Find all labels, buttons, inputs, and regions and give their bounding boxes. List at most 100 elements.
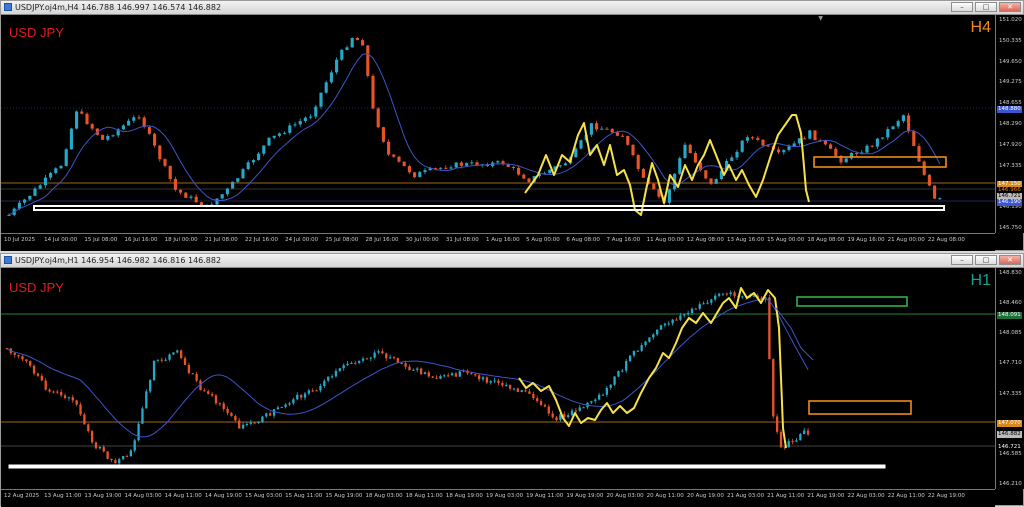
candle-body: [609, 384, 612, 388]
candle-body: [735, 151, 739, 158]
candle-body: [787, 146, 791, 150]
time-tick-label: 21 Aug 03:00: [727, 493, 765, 499]
candle-body: [694, 308, 698, 310]
candlestick-chart-h1[interactable]: [1, 268, 995, 489]
candle-body: [528, 391, 531, 394]
candle-body: [90, 124, 94, 129]
price-axis[interactable]: 151.020 150.335 149.650 149.275 148.655 148.2…: [995, 15, 1024, 233]
candle-body: [288, 125, 292, 133]
candle-body: [63, 395, 67, 399]
candle-body: [261, 416, 264, 423]
candle-body: [412, 369, 415, 371]
time-axis[interactable]: 12 Aug 2025 13 Aug 11:00 13 Aug 19:00 14 Au…: [1, 489, 995, 507]
candle-body: [187, 364, 191, 374]
candle-body: [870, 145, 874, 147]
candle-body: [512, 388, 516, 390]
minimize-icon[interactable]: –: [951, 255, 973, 265]
candle-body: [922, 161, 926, 175]
time-axis[interactable]: 10 Jul 2025 14 Jul 00:00 15 Jul 08:00 16 Ju…: [1, 233, 995, 251]
price-tick-label: 148.085: [999, 330, 1022, 337]
minimize-icon[interactable]: –: [951, 2, 973, 12]
maximize-icon[interactable]: □: [975, 255, 997, 265]
candle-body: [511, 166, 515, 168]
candle-body: [17, 202, 21, 209]
candle-body: [886, 128, 890, 138]
candle-body: [350, 362, 353, 364]
time-tick-label: 31 Jul 08:00: [445, 237, 479, 243]
chart-plot-area[interactable]: USD JPY H4 ▼: [1, 15, 995, 233]
candle-body: [106, 451, 109, 459]
candle-body: [454, 373, 458, 377]
window-titlebar[interactable]: USDJPY.oj4m,H1 146.954 146.982 146.816 1…: [1, 254, 1023, 268]
candle-body: [137, 423, 140, 441]
candle-body: [855, 152, 859, 154]
candle-body: [268, 413, 272, 416]
candle-body: [220, 194, 224, 199]
resistance-zone-box-orange: [808, 400, 912, 415]
candle-body: [114, 460, 117, 464]
chart-window-icon: [4, 3, 12, 11]
candle-body: [803, 138, 807, 140]
close-icon[interactable]: ✕: [999, 2, 1021, 12]
candle-body: [191, 373, 194, 375]
candle-body: [597, 394, 601, 400]
candle-body: [369, 357, 372, 359]
candle-body: [555, 417, 558, 421]
resistance-zone-box: [813, 156, 947, 168]
candle-body: [761, 139, 765, 146]
candle-body: [823, 140, 827, 145]
time-tick-label: 21 Aug 11:00: [767, 493, 805, 499]
candle-body: [740, 140, 744, 152]
price-axis[interactable]: 148.830148.460148.085147.710147.335146.9…: [995, 268, 1024, 489]
candle-body: [548, 169, 552, 174]
price-tick-label: 151.020: [999, 17, 1022, 23]
maximize-icon[interactable]: □: [975, 2, 997, 12]
candle-body: [536, 398, 539, 402]
time-tick-label: 14 Aug 19:00: [204, 493, 242, 499]
candle-body: [558, 165, 562, 167]
candle-body: [83, 414, 86, 425]
candle-body: [71, 397, 74, 401]
close-icon[interactable]: ✕: [999, 255, 1021, 265]
candle-body: [610, 128, 614, 133]
candle-body: [891, 126, 895, 129]
candle-body: [465, 163, 469, 166]
chart-window-h1[interactable]: USDJPY.oj4m,H1 146.954 146.982 146.816 1…: [0, 253, 1024, 507]
candle-body: [517, 167, 521, 175]
candle-body: [443, 375, 446, 377]
candle-body: [387, 141, 391, 155]
candle-body: [516, 388, 520, 392]
candle-body: [48, 389, 51, 392]
candle-body: [350, 37, 354, 48]
candle-body: [265, 413, 268, 417]
candle-body: [787, 441, 790, 448]
candle-body: [582, 407, 585, 409]
candle-body: [366, 45, 370, 76]
window-titlebar[interactable]: USDJPY.oj4m,H4 146.788 146.997 146.574 1…: [1, 1, 1023, 15]
candle-body: [625, 361, 628, 371]
candle-body: [806, 430, 810, 435]
candle-body: [782, 149, 786, 153]
candle-body: [730, 157, 734, 161]
candlestick-chart-h4[interactable]: [1, 15, 995, 233]
candle-body: [539, 401, 543, 405]
zigzag-swing-line: [524, 114, 810, 216]
candle-body: [605, 128, 609, 130]
candle-body: [933, 185, 937, 199]
candle-body: [156, 359, 160, 361]
candle-body: [218, 403, 222, 405]
chart-window-h4[interactable]: USDJPY.oj4m,H4 146.788 146.997 146.574 1…: [0, 0, 1024, 251]
candle-body: [311, 390, 314, 392]
time-tick-label: 10 Jul 2025: [4, 237, 36, 243]
time-tick-label: 20 Aug 11:00: [646, 493, 684, 499]
candle-body: [566, 415, 570, 418]
time-tick-label: 22 Aug 08:00: [927, 237, 965, 243]
price-tick-label: 145.750: [999, 225, 1022, 231]
candle-body: [907, 115, 911, 132]
chart-plot-area[interactable]: USD JPY H1: [1, 268, 995, 489]
chevron-down-icon[interactable]: ▼: [818, 15, 823, 22]
candle-body: [102, 446, 105, 452]
candle-body: [527, 178, 531, 183]
candle-body: [293, 124, 297, 126]
candle-body: [501, 383, 504, 386]
